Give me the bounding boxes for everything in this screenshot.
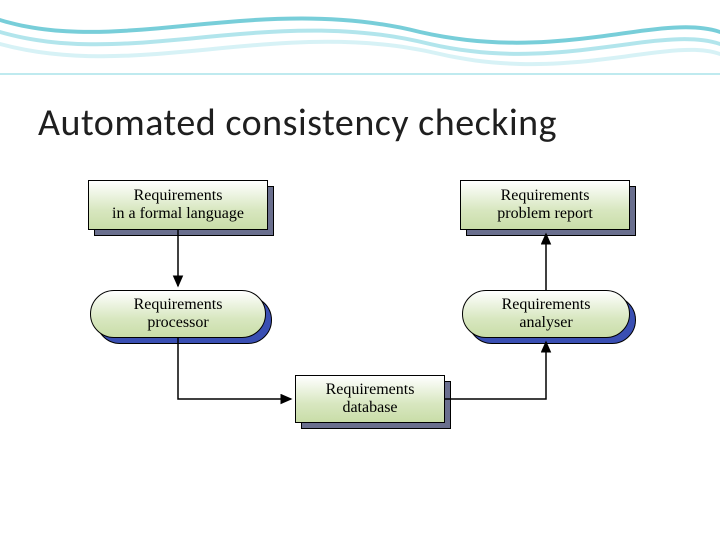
flow-diagram: Requirements in a formal language Requir… (0, 170, 720, 470)
header-wave-decoration (0, 0, 720, 80)
node-requirements-processor: Requirements processor (90, 290, 266, 338)
node-requirements-database: Requirements database (295, 375, 445, 423)
node-label-line1: Requirements (134, 296, 223, 314)
node-requirements-analyser: Requirements analyser (462, 290, 630, 338)
node-label-line1: Requirements (326, 381, 415, 399)
node-label-line2: analyser (519, 314, 572, 332)
node-label-line2: database (342, 399, 397, 417)
node-label-line2: processor (147, 314, 208, 332)
node-label-line1: Requirements (502, 296, 591, 314)
node-requirements-formal: Requirements in a formal language (88, 180, 268, 230)
node-label-line2: problem report (497, 205, 593, 223)
node-requirements-report: Requirements problem report (460, 180, 630, 230)
node-label-line2: in a formal language (112, 205, 244, 223)
node-label-line1: Requirements (501, 187, 590, 205)
slide-title: Automated consistency checking (38, 100, 557, 146)
node-label-line1: Requirements (134, 187, 223, 205)
